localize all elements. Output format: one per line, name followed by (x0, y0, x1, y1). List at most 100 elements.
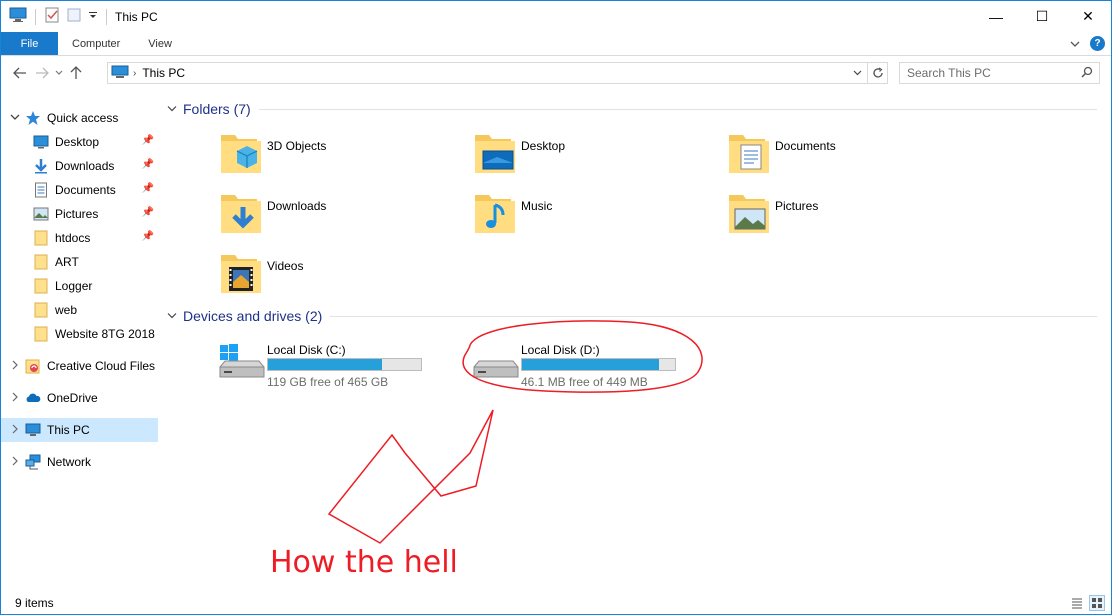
navigation-bar: › This PC (1, 57, 1111, 89)
drive-name: Local Disk (D:) (521, 343, 600, 357)
sidebar-item-network[interactable]: Network (1, 450, 158, 474)
help-icon[interactable]: ? (1090, 36, 1105, 51)
this-pc-icon (25, 422, 41, 438)
folder-music[interactable]: Music (471, 189, 711, 245)
folder-downloads[interactable]: Downloads (217, 189, 457, 245)
large-icons-view-icon[interactable] (1089, 595, 1105, 611)
customize-toolbar-dropdown-icon[interactable] (88, 7, 98, 26)
folder-icon (33, 254, 49, 270)
close-button[interactable]: ✕ (1065, 1, 1111, 32)
folder-icon (33, 230, 49, 246)
tab-computer[interactable]: Computer (58, 32, 134, 55)
search-icon[interactable] (1081, 66, 1093, 81)
sidebar-item-desktop[interactable]: Desktop 📌 (1, 130, 158, 154)
drive-d[interactable]: Local Disk (D:) 46.1 MB free of 449 MB (471, 341, 711, 391)
desktop-icon (33, 134, 49, 150)
folders-group-header[interactable]: Folders (7) (167, 101, 1097, 117)
star-icon (25, 110, 41, 126)
sidebar-item-logger[interactable]: Logger (1, 274, 158, 298)
collapse-chevron-icon[interactable] (167, 311, 181, 321)
tab-file[interactable]: File (1, 32, 58, 55)
folder-label: Desktop (521, 139, 566, 153)
sidebar-item-this-pc[interactable]: This PC (1, 418, 158, 442)
chevron-down-icon (55, 70, 63, 75)
network-icon (25, 454, 41, 470)
folder-pictures[interactable]: Pictures (725, 189, 965, 245)
pin-icon: 📌 (141, 183, 154, 194)
up-button[interactable] (65, 62, 87, 84)
annotation-text: How the hell (270, 545, 458, 580)
drive-usage-bar (521, 358, 676, 371)
back-button[interactable] (9, 62, 31, 84)
sidebar-item-web[interactable]: web (1, 298, 158, 322)
sidebar-item-htdocs[interactable]: htdocs 📌 (1, 226, 158, 250)
sidebar-item-label: Network (47, 455, 92, 469)
folder-desktop[interactable]: Desktop (471, 129, 711, 185)
sidebar-item-label: OneDrive (47, 391, 98, 405)
chevron-right-icon[interactable] (5, 360, 25, 373)
this-pc-icon (111, 65, 129, 82)
folder-videos[interactable]: Videos (217, 249, 457, 305)
recent-locations-button[interactable] (53, 62, 65, 84)
sidebar-item-quick-access[interactable]: Quick access (1, 106, 158, 130)
chevron-right-icon[interactable] (5, 424, 25, 437)
forward-button[interactable] (31, 62, 53, 84)
title-bar: This PC — ☐ ✕ (1, 1, 1111, 32)
refresh-button[interactable] (867, 63, 887, 83)
sidebar-item-onedrive[interactable]: OneDrive (1, 386, 158, 410)
sidebar-item-label: This PC (47, 423, 90, 437)
breadcrumb-chevron-icon[interactable]: › (133, 68, 136, 79)
sidebar-item-creative-cloud-files[interactable]: Creative Cloud Files (1, 354, 158, 378)
pictures-folder-icon (729, 195, 769, 233)
forward-arrow-icon (36, 67, 49, 79)
folder-documents[interactable]: Documents (725, 129, 965, 185)
sidebar-item-label: Documents (55, 183, 116, 197)
address-bar[interactable]: › This PC (107, 62, 888, 84)
item-count: 9 items (15, 596, 54, 610)
sidebar-item-downloads[interactable]: Downloads 📌 (1, 154, 158, 178)
search-box[interactable] (899, 62, 1100, 84)
drive-free-space: 119 GB free of 465 GB (267, 375, 389, 389)
properties-icon[interactable] (44, 7, 60, 26)
minimize-button[interactable]: — (973, 1, 1019, 32)
view-toggle (1069, 595, 1105, 611)
folder-icon (33, 326, 49, 342)
expanded-chevron-icon[interactable] (5, 113, 25, 124)
pin-icon: 📌 (141, 207, 154, 218)
breadcrumb-this-pc[interactable]: This PC (142, 66, 185, 80)
sidebar-item-website-8tg-2018[interactable]: Website 8TG 2018 (1, 322, 158, 346)
sidebar-item-label: Desktop (55, 135, 100, 149)
folder-icon (33, 278, 49, 294)
drive-c[interactable]: Local Disk (C:) 119 GB free of 465 GB (217, 341, 457, 391)
sidebar-item-label: Downloads (55, 159, 115, 173)
toolbar-separator (106, 8, 107, 25)
sidebar-item-art[interactable]: ART (1, 250, 158, 274)
maximize-button[interactable]: ☐ (1019, 1, 1065, 32)
refresh-icon (872, 67, 883, 78)
chevron-right-icon[interactable] (5, 392, 25, 405)
window-controls: — ☐ ✕ (973, 1, 1111, 32)
expand-ribbon-chevron-icon[interactable] (1070, 37, 1080, 51)
window-title: This PC (115, 9, 158, 24)
downloads-folder-icon (221, 195, 261, 233)
new-folder-icon[interactable] (66, 7, 82, 26)
chevron-right-icon[interactable] (5, 456, 25, 469)
devices-group-header[interactable]: Devices and drives (2) (167, 308, 1097, 324)
folder-label: Documents (775, 139, 836, 153)
ribbon-right-controls: ? (1070, 32, 1105, 55)
group-divider (330, 315, 1097, 317)
address-history-dropdown[interactable] (849, 63, 865, 83)
pictures-icon (33, 206, 49, 222)
sidebar-item-pictures[interactable]: Pictures 📌 (1, 202, 158, 226)
documents-folder-icon (729, 135, 769, 173)
details-view-icon[interactable] (1069, 595, 1085, 611)
folder-3d-objects[interactable]: 3D Objects (217, 129, 457, 185)
collapse-chevron-icon[interactable] (167, 104, 181, 114)
desktop-folder-icon (475, 135, 515, 173)
search-input[interactable] (907, 66, 1077, 80)
sidebar-item-documents[interactable]: Documents 📌 (1, 178, 158, 202)
tab-view[interactable]: View (134, 32, 186, 55)
creative-cloud-folder-icon (25, 358, 41, 374)
sidebar-item-label: ART (55, 255, 79, 269)
folder-label: Videos (267, 259, 304, 273)
